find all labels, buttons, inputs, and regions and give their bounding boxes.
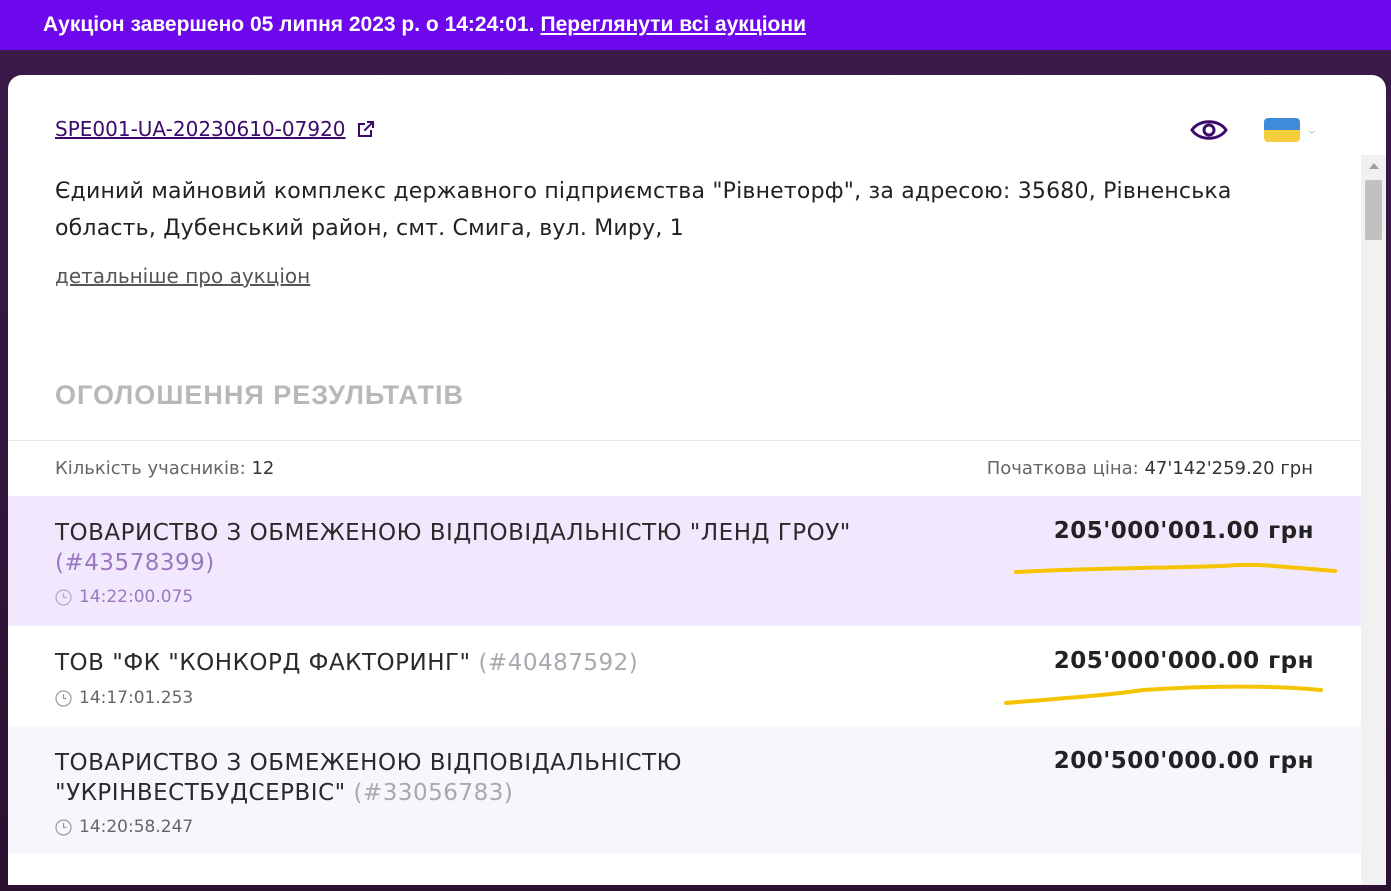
scroll-up-arrow-icon[interactable]	[1369, 163, 1379, 169]
scroll-thumb[interactable]	[1365, 180, 1382, 240]
eye-icon[interactable]	[1190, 115, 1228, 145]
bid-time: 14:20:58.247	[55, 817, 193, 837]
auction-status-banner: Аукціон завершено 05 липня 2023 р. о 14:…	[0, 0, 1391, 50]
auction-details-link[interactable]: детальніше про аукціон	[55, 264, 310, 288]
clock-icon	[55, 818, 72, 836]
bid-time-text: 14:20:58.247	[79, 817, 194, 837]
auction-id-row: SPE001-UA-20230610-07920	[55, 117, 377, 141]
results-summary: Кількість учасників: 12 Початкова ціна: …	[55, 458, 1313, 479]
participants-label: Кількість учасників:	[55, 458, 246, 479]
auction-id-link[interactable]: SPE001-UA-20230610-07920	[55, 117, 346, 141]
bid-time-text: 14:22:00.075	[79, 587, 194, 607]
scrollbar[interactable]	[1361, 155, 1386, 885]
chevron-down-icon: ⌄	[1306, 122, 1318, 138]
start-price-value: 47'142'259.20 грн	[1144, 458, 1313, 479]
bid-time: 14:17:01.253	[55, 688, 193, 708]
ukraine-flag-icon	[1264, 118, 1300, 142]
bid-amount: 205'000'001.00 грн	[1053, 518, 1314, 544]
bid-row-partial	[8, 853, 1361, 885]
participants-count: Кількість учасників: 12	[55, 458, 274, 479]
start-price-label: Початкова ціна:	[986, 458, 1139, 479]
auction-description: Єдиний майновий комплекс державного підп…	[55, 179, 1232, 241]
bid-amount: 205'000'000.00 грн	[1053, 648, 1314, 674]
bid-row: ТОВАРИСТВО З ОБМЕЖЕНОЮ ВІДПОВІДАЛЬНІСТЮ …	[8, 726, 1361, 853]
external-link-icon[interactable]	[355, 118, 377, 140]
auction-card: SPE001-UA-20230610-07920 ⌄ Єдиний майнов…	[8, 75, 1386, 885]
banner-text: Аукціон завершено 05 липня 2023 р. о 14:…	[43, 13, 535, 36]
start-price: Початкова ціна: 47'142'259.20 грн	[987, 458, 1313, 479]
bid-amount: 200'500'000.00 грн	[1053, 748, 1314, 774]
bid-time: 14:22:00.075	[55, 587, 193, 607]
results-heading: ОГОЛОШЕННЯ РЕЗУЛЬТАТІВ	[55, 380, 465, 410]
bid-row-winner: ТОВАРИСТВО З ОБМЕЖЕНОЮ ВІДПОВІДАЛЬНІСТЮ …	[8, 496, 1361, 626]
divider	[8, 440, 1361, 441]
bid-time-text: 14:17:01.253	[79, 688, 194, 708]
clock-icon	[55, 588, 72, 606]
participants-value: 12	[251, 458, 275, 479]
bidder-code: (#33056783)	[353, 780, 514, 806]
bidder-name-text: ТОВ "ФК "КОНКОРД ФАКТОРИНГ"	[55, 650, 471, 676]
language-selector[interactable]: ⌄	[1264, 118, 1318, 142]
bid-row: ТОВ "ФК "КОНКОРД ФАКТОРИНГ" (#40487592) …	[8, 626, 1361, 726]
bidder-name: ТОВ "ФК "КОНКОРД ФАКТОРИНГ" (#40487592)	[55, 648, 955, 678]
highlight-underline	[1004, 684, 1323, 705]
all-auctions-link[interactable]: Переглянути всі аукціони	[540, 13, 806, 37]
bidder-name-text: ТОВАРИСТВО З ОБМЕЖЕНОЮ ВІДПОВІДАЛЬНІСТЮ …	[55, 520, 851, 546]
bidder-code: (#43578399)	[55, 550, 215, 576]
clock-icon	[55, 689, 72, 707]
bidder-code: (#40487592)	[478, 650, 639, 676]
bidder-name: ТОВАРИСТВО З ОБМЕЖЕНОЮ ВІДПОВІДАЛЬНІСТЮ …	[55, 518, 955, 578]
bidder-name: ТОВАРИСТВО З ОБМЕЖЕНОЮ ВІДПОВІДАЛЬНІСТЮ …	[55, 748, 815, 808]
highlight-underline	[1014, 562, 1337, 574]
